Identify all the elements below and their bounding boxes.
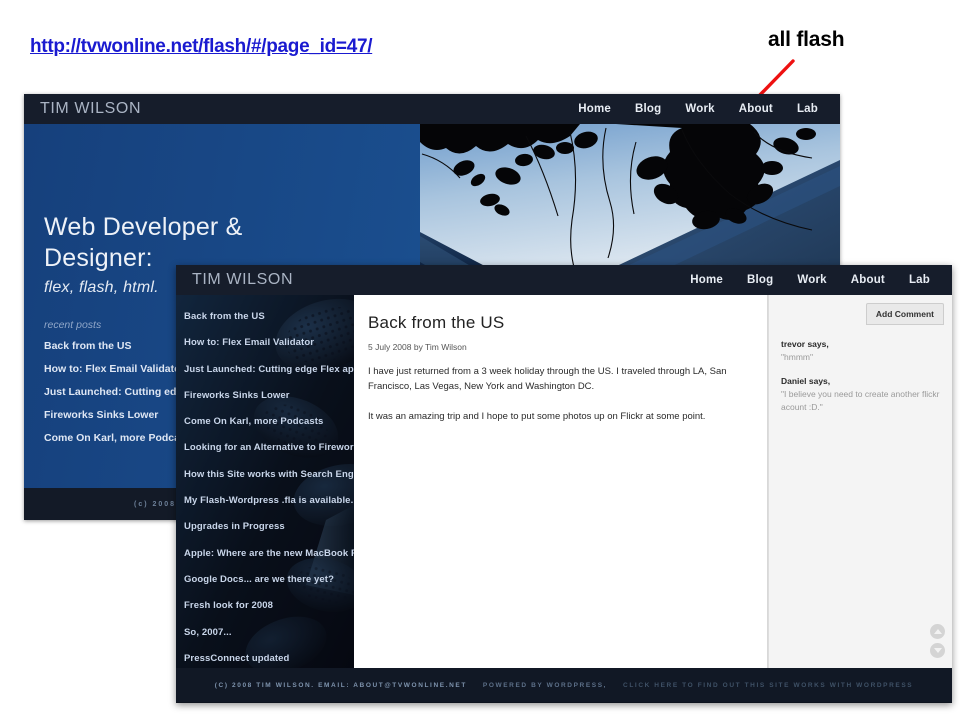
comment-author: trevor says, [781,339,829,349]
scroll-up-icon[interactable] [930,624,945,639]
sidebar-post-item[interactable]: My Flash-Wordpress .fla is available. [184,495,354,506]
sidebar-post-item[interactable]: Back from the US [184,311,354,322]
sidebar-post-item[interactable]: Looking for an Alternative to Fireworks [184,442,354,453]
all-flash-annotation-label: all flash [768,28,845,51]
add-comment-button[interactable]: Add Comment [865,303,944,325]
main-nav-window2: Home Blog Work About Lab [690,274,938,286]
nav-item-work[interactable]: Work [685,103,714,115]
footer-wordpress-link[interactable]: CLICK HERE TO FIND OUT THIS SITE WORKS W… [623,682,913,689]
nav-item-blog-w2[interactable]: Blog [747,274,773,286]
nav-item-about-w2[interactable]: About [851,274,885,286]
hero-headline-line1: Web Developer & [44,213,243,241]
comment-text: "I believe you need to create another fl… [781,388,940,412]
comment-text: "hmmm" [781,352,814,362]
comment-item: trevor says, "hmmm" [781,339,940,364]
article-paragraph: I have just returned from a 3 week holid… [368,366,727,393]
site-header-window1: TIM WILSON Home Blog Work About Lab [24,94,840,124]
site-window-blog-post[interactable]: TIM WILSON Home Blog Work About Lab Back… [176,265,952,703]
nav-item-lab-w2[interactable]: Lab [909,274,930,286]
sidebar-post-item[interactable]: How this Site works with Search Engines [184,469,354,480]
article-title: Back from the US [368,313,505,332]
footer-powered-by: POWERED BY WORDPRESS, [482,681,608,689]
nav-item-home-w2[interactable]: Home [690,274,723,286]
comment-item: Daniel says, "I believe you need to crea… [781,376,940,414]
article-meta: 5 July 2008 by Tim Wilson [368,342,467,352]
comments-panel: Add Comment trevor says, "hmmm" Daniel s… [768,295,952,668]
site-logo-window2[interactable]: TIM WILSON [192,271,293,289]
scroll-down-icon[interactable] [930,643,945,658]
nav-item-lab[interactable]: Lab [797,103,818,115]
nav-item-home[interactable]: Home [578,103,611,115]
nav-item-work-w2[interactable]: Work [797,274,826,286]
article-content: Back from the US 5 July 2008 by Tim Wils… [354,295,768,668]
url-annotation-link[interactable]: http://tvwonline.net/flash/#/page_id=47/ [30,36,373,58]
site-header-window2: TIM WILSON Home Blog Work About Lab [176,265,952,295]
nav-item-about[interactable]: About [739,103,773,115]
sidebar-posts-list: Back from the US How to: Flex Email Vali… [184,311,354,668]
sidebar-post-item[interactable]: So, 2007... [184,627,354,638]
sidebar-post-item[interactable]: Apple: Where are the new MacBook Pros? [184,548,354,559]
sidebar-post-item[interactable]: Fireworks Sinks Lower [184,390,354,401]
sidebar-post-item[interactable]: Google Docs... are we there yet? [184,574,354,585]
sidebar-post-item[interactable]: How to: Flex Email Validator [184,337,354,348]
sidebar-post-item[interactable]: PressConnect updated [184,653,354,664]
sidebar-post-item[interactable]: Just Launched: Cutting edge Flex app. [184,364,354,375]
site-logo[interactable]: TIM WILSON [40,100,141,118]
window1-copyright: (c) 2008 [134,500,177,508]
post-sidebar: Back from the US How to: Flex Email Vali… [176,295,354,668]
article-paragraph: It was an amazing trip and I hope to put… [368,410,706,422]
nav-item-blog[interactable]: Blog [635,103,661,115]
comment-author: Daniel says, [781,375,831,386]
window2-body: Back from the US How to: Flex Email Vali… [176,295,952,668]
window2-footer: (C) 2008 TIM WILSON. EMAIL: ABOUT@TVWONL… [176,668,952,702]
comment-scroll-controls [930,624,945,658]
main-nav-window1: Home Blog Work About Lab [578,103,826,115]
sidebar-post-item[interactable]: Upgrades in Progress [184,521,354,532]
sidebar-post-item[interactable]: Come On Karl, more Podcasts [184,416,354,427]
footer-copyright: (C) 2008 TIM WILSON. EMAIL: ABOUT@TVWONL… [214,681,467,689]
sidebar-post-item[interactable]: Fresh look for 2008 [184,600,354,611]
